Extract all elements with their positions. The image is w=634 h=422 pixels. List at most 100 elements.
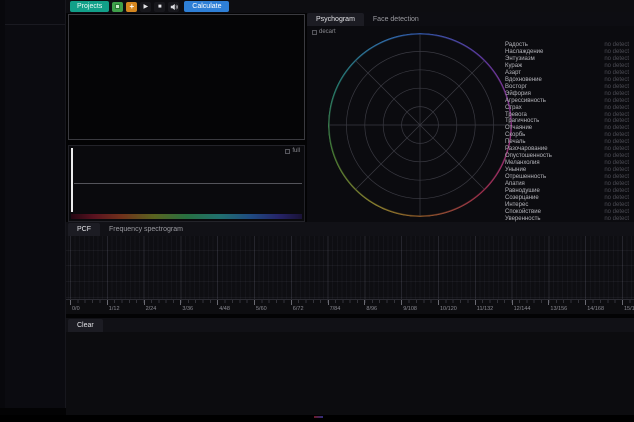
play-icon: ▶ [143, 4, 148, 10]
emotion-row: Наслаждениеno detect [505, 49, 629, 55]
axis-tick [475, 300, 476, 305]
emotion-row: Уныниеno detect [505, 167, 629, 173]
axis-tick [107, 300, 108, 305]
tab-face-detection[interactable]: Face detection [364, 13, 428, 26]
emotion-name: Трагичность [505, 118, 539, 124]
axis-label: 0/0 [72, 306, 80, 312]
emotion-value: no detect [604, 160, 629, 166]
emotion-value: no detect [604, 209, 629, 215]
decart-checkbox[interactable] [312, 30, 317, 35]
axis-label: 8/96 [366, 306, 377, 312]
emotion-row: Энтузиазмno detect [505, 56, 629, 62]
emotion-value: no detect [604, 202, 629, 208]
sound-button[interactable] [168, 2, 179, 12]
spectrogram-time-axis: 0/01/122/243/364/485/606/727/848/969/108… [66, 300, 634, 314]
full-label: full [292, 148, 300, 154]
emotion-name: Интерес [505, 202, 528, 208]
tab-pcf[interactable]: PCF [68, 223, 100, 236]
emotion-value: no detect [604, 153, 629, 159]
emotion-value: no detect [604, 181, 629, 187]
spectrogram-tabbar: PCF Frequency spectrogram [66, 222, 634, 236]
sidebar-edge-strip [0, 0, 5, 408]
axis-label: 11/132 [477, 306, 493, 312]
axis-tick [254, 300, 255, 305]
axis-label: 14/168 [587, 306, 604, 312]
emotion-row: Азарт no detect [505, 70, 629, 76]
log-panel [66, 332, 634, 415]
axis-tick [438, 300, 439, 305]
psychogram-tabbar: Psychogram Face detection [307, 12, 634, 26]
playhead-cursor[interactable] [71, 148, 73, 212]
emotion-name: Восторг [505, 84, 527, 90]
open-project-button[interactable] [112, 2, 123, 12]
polar-grid [328, 33, 512, 217]
emotion-row: Отчаяние no detect [505, 125, 629, 131]
speaker-icon [170, 3, 178, 11]
axis-tick [585, 300, 586, 305]
emotion-name: Разочарование [505, 146, 548, 152]
emotion-value: no detect [604, 132, 629, 138]
emotion-value: no detect [604, 125, 629, 131]
emotion-name: Печаль [505, 139, 526, 145]
emotion-name: Равнодушие [505, 188, 540, 194]
emotion-row: Тревогаno detect [505, 112, 629, 118]
full-checkbox[interactable] [285, 149, 290, 154]
axis-label: 1/12 [109, 306, 120, 312]
axis-label: 9/108 [403, 306, 417, 312]
emotion-name: Эйфория [505, 91, 531, 97]
left-sidebar [0, 0, 66, 408]
app-window: Projects + ▶ ■ Calculate full Psychogram… [0, 0, 634, 422]
emotion-row: Скорбь no detect [505, 132, 629, 138]
axis-label: 15/180 [624, 306, 634, 312]
emotion-row: Уверенностьno detect [505, 216, 629, 222]
stop-button[interactable]: ■ [154, 2, 165, 12]
emotion-name: Энтузиазм [505, 56, 535, 62]
emotion-row: Эйфория no detect [505, 91, 629, 97]
clear-bar: Clear [66, 318, 634, 332]
emotion-name: Спокойствие [505, 209, 541, 215]
emotion-name: Созерцание [505, 195, 539, 201]
emotion-value: no detect [604, 70, 629, 76]
emotion-value: no detect [604, 105, 629, 111]
emotion-name: Агрессивность [505, 98, 546, 104]
emotion-row: Агрессивностьno detect [505, 98, 629, 104]
axis-tick [548, 300, 549, 305]
tab-psychogram[interactable]: Psychogram [307, 13, 364, 26]
waveform-panel: full [68, 145, 305, 222]
axis-tick [328, 300, 329, 305]
spectrogram-grid[interactable] [66, 236, 634, 300]
emotion-value: no detect [604, 174, 629, 180]
axis-tick [512, 300, 513, 305]
emotion-row: Опустошенностьno detect [505, 153, 629, 159]
emotion-row: Печальno detect [505, 139, 629, 145]
axis-tick [70, 300, 71, 305]
emotion-name: Отчаяние [505, 125, 532, 131]
add-button[interactable]: + [126, 2, 137, 12]
axis-tick [217, 300, 218, 305]
emotion-name: Радость [505, 42, 528, 48]
clear-button[interactable]: Clear [68, 319, 103, 332]
emotion-value: no detect [604, 195, 629, 201]
emotion-row: Куражno detect [505, 63, 629, 69]
tab-frequency-spectrogram[interactable]: Frequency spectrogram [100, 223, 192, 236]
full-toggle[interactable]: full [285, 148, 300, 154]
play-button[interactable]: ▶ [140, 2, 151, 12]
emotion-name: Скорбь [505, 132, 525, 138]
plus-icon: + [129, 3, 134, 11]
emotion-value: no detect [604, 91, 629, 97]
emotion-row: Разочарованиеno detect [505, 146, 629, 152]
emotion-name: Отрешенность [505, 174, 546, 180]
emotion-value: no detect [604, 216, 629, 222]
axis-tick [291, 300, 292, 305]
axis-tick [622, 300, 623, 305]
emotion-row: Вдохновениеno detect [505, 77, 629, 83]
axis-label: 13/156 [550, 306, 567, 312]
emotion-value: no detect [604, 167, 629, 173]
projects-button[interactable]: Projects [70, 1, 109, 12]
axis-label: 3/36 [182, 306, 193, 312]
emotion-name: Азарт [505, 70, 521, 76]
axis-tick [364, 300, 365, 305]
axis-label: 7/84 [330, 306, 341, 312]
calculate-button[interactable]: Calculate [184, 1, 229, 12]
emotion-row: Интерес no detect [505, 202, 629, 208]
